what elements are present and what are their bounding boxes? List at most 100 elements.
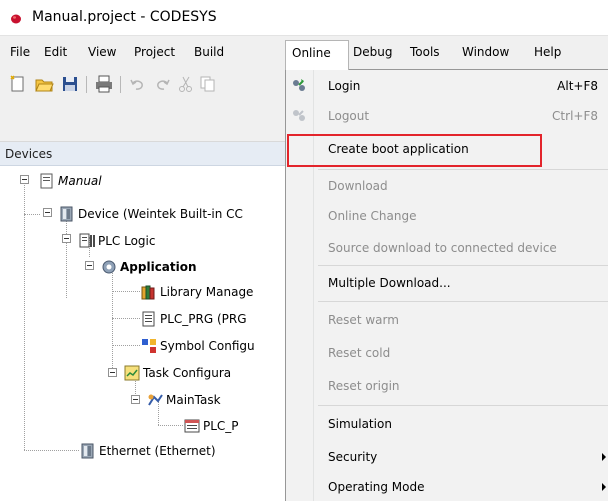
menu-item-label: Reset origin xyxy=(328,379,400,393)
menu-file[interactable]: File xyxy=(10,45,30,59)
tree-connector xyxy=(24,214,40,215)
menu-item-label: Login xyxy=(328,79,361,93)
tree-node-label: Symbol Configu xyxy=(160,339,255,353)
tree-collapse-toggle[interactable] xyxy=(108,368,117,377)
tree-node-label: Task Configura xyxy=(143,366,232,380)
menu-item-shortcut: Alt+F8 xyxy=(557,79,598,93)
menu-item-multiple-download[interactable]: Multiple Download... xyxy=(286,269,608,299)
menu-item-reset-cold[interactable]: Reset cold xyxy=(286,339,608,369)
project-icon xyxy=(40,173,53,189)
tree-collapse-toggle[interactable] xyxy=(85,261,94,270)
menu-item-reset-warm[interactable]: Reset warm xyxy=(286,306,608,336)
tree-node-device[interactable]: Device (Weintek Built-in CC xyxy=(58,204,288,224)
tree-connector xyxy=(24,450,79,451)
menu-item-shortcut: Ctrl+F8 xyxy=(552,109,598,123)
tree-connector xyxy=(158,425,183,426)
window-title: Manual.project - CODESYS xyxy=(32,9,217,25)
menu-item-simulation[interactable]: Simulation xyxy=(286,410,608,440)
toolbar xyxy=(0,70,285,142)
menu-item-logout[interactable]: Logout Ctrl+F8 xyxy=(286,102,608,132)
tree-node-maintask[interactable]: MainTask xyxy=(146,390,285,410)
tree-node-label: PLC_PRG (PRG xyxy=(160,312,247,326)
menu-project[interactable]: Project xyxy=(134,45,175,59)
tree-node-manual[interactable]: Manual xyxy=(38,171,278,191)
menu-separator xyxy=(318,301,608,302)
device-icon xyxy=(60,206,73,222)
menu-item-label: Logout xyxy=(328,109,370,123)
tree-node-label: PLC Logic xyxy=(98,234,156,248)
open-project-icon[interactable] xyxy=(34,74,54,94)
menu-build[interactable]: Build xyxy=(194,45,224,59)
tree-node-application[interactable]: Application xyxy=(100,257,280,277)
tree-node-plc-logic[interactable]: PLC Logic xyxy=(78,231,278,251)
tree-node-label: PLC_P xyxy=(203,419,239,433)
menu-bar: File Edit View Project Build Online Debu… xyxy=(0,36,608,70)
tree-node-label: Library Manage xyxy=(160,285,254,299)
toolbar-separator xyxy=(120,76,121,93)
tree-node-label: Device (Weintek Built-in CC xyxy=(78,207,243,221)
library-icon xyxy=(141,285,155,300)
task-icon xyxy=(148,394,163,406)
new-project-icon[interactable] xyxy=(8,74,28,94)
menu-separator xyxy=(318,405,608,406)
tree-collapse-toggle[interactable] xyxy=(131,395,140,404)
menu-item-label: Source download to connected device xyxy=(328,241,557,255)
devices-panel-title: Devices xyxy=(5,147,53,161)
menu-item-label: Operating Mode xyxy=(328,480,425,494)
menu-item-operating-mode[interactable]: Operating Mode xyxy=(286,473,608,501)
submenu-arrow-icon xyxy=(602,453,606,461)
menu-item-source-download[interactable]: Source download to connected device xyxy=(286,234,608,264)
menu-item-login[interactable]: Login Alt+F8 xyxy=(286,72,608,102)
task-config-icon xyxy=(124,365,140,381)
undo-icon[interactable] xyxy=(128,74,148,94)
cut-icon[interactable] xyxy=(176,74,196,94)
menu-edit[interactable]: Edit xyxy=(44,45,67,59)
menu-item-label: Simulation xyxy=(328,417,392,431)
tree-node-plc-prg[interactable]: PLC_PRG (PRG xyxy=(140,309,285,329)
menu-separator xyxy=(318,265,608,266)
devices-tree: Manual Device (Weintek Built-in CC PLC L… xyxy=(0,166,285,501)
logout-icon xyxy=(293,110,305,121)
tree-node-label: Manual xyxy=(58,174,102,188)
program-call-icon xyxy=(184,419,200,433)
tree-node-library-manager[interactable]: Library Manage xyxy=(140,282,285,302)
print-icon[interactable] xyxy=(94,74,114,94)
menu-item-label: Reset warm xyxy=(328,313,399,327)
menu-item-label: Online Change xyxy=(328,209,417,223)
menu-item-reset-origin[interactable]: Reset origin xyxy=(286,372,608,402)
tree-node-ethernet[interactable]: Ethernet (Ethernet) xyxy=(79,441,285,461)
tree-node-symbol-configuration[interactable]: Symbol Configu xyxy=(140,336,285,356)
menu-item-label: Download xyxy=(328,179,388,193)
tree-collapse-toggle[interactable] xyxy=(43,208,52,217)
menu-online[interactable]: Online xyxy=(285,40,349,70)
tree-collapse-toggle[interactable] xyxy=(62,234,71,243)
highlight-annotation-box xyxy=(287,134,542,167)
title-bar: Manual.project - CODESYS xyxy=(0,0,608,36)
submenu-arrow-icon xyxy=(602,483,606,491)
menu-tools[interactable]: Tools xyxy=(410,45,440,59)
tree-node-label: MainTask xyxy=(166,393,221,407)
menu-separator xyxy=(318,169,608,170)
menu-view[interactable]: View xyxy=(88,45,116,59)
tree-connector xyxy=(24,180,25,450)
menu-debug[interactable]: Debug xyxy=(353,45,392,59)
redo-icon[interactable] xyxy=(152,74,172,94)
tree-connector xyxy=(112,345,140,346)
tree-collapse-toggle[interactable] xyxy=(20,175,29,184)
menu-window[interactable]: Window xyxy=(462,45,509,59)
menu-item-online-change[interactable]: Online Change xyxy=(286,202,608,232)
menu-item-label: Security xyxy=(328,450,378,464)
menu-help[interactable]: Help xyxy=(534,45,561,59)
login-icon xyxy=(293,79,305,91)
menu-item-download[interactable]: Download xyxy=(286,172,608,202)
menu-item-security[interactable]: Security xyxy=(286,443,608,473)
tree-node-label: Application xyxy=(120,260,197,274)
tree-node-task-configuration[interactable]: Task Configura xyxy=(123,363,285,383)
copy-icon[interactable] xyxy=(198,74,218,94)
save-icon[interactable] xyxy=(60,74,80,94)
tree-node-plc-prg-call[interactable]: PLC_P xyxy=(183,416,285,436)
menu-item-label: Multiple Download... xyxy=(328,276,451,290)
menu-item-label: Reset cold xyxy=(328,346,391,360)
tree-connector xyxy=(112,291,140,292)
codesys-app-icon xyxy=(11,14,21,24)
